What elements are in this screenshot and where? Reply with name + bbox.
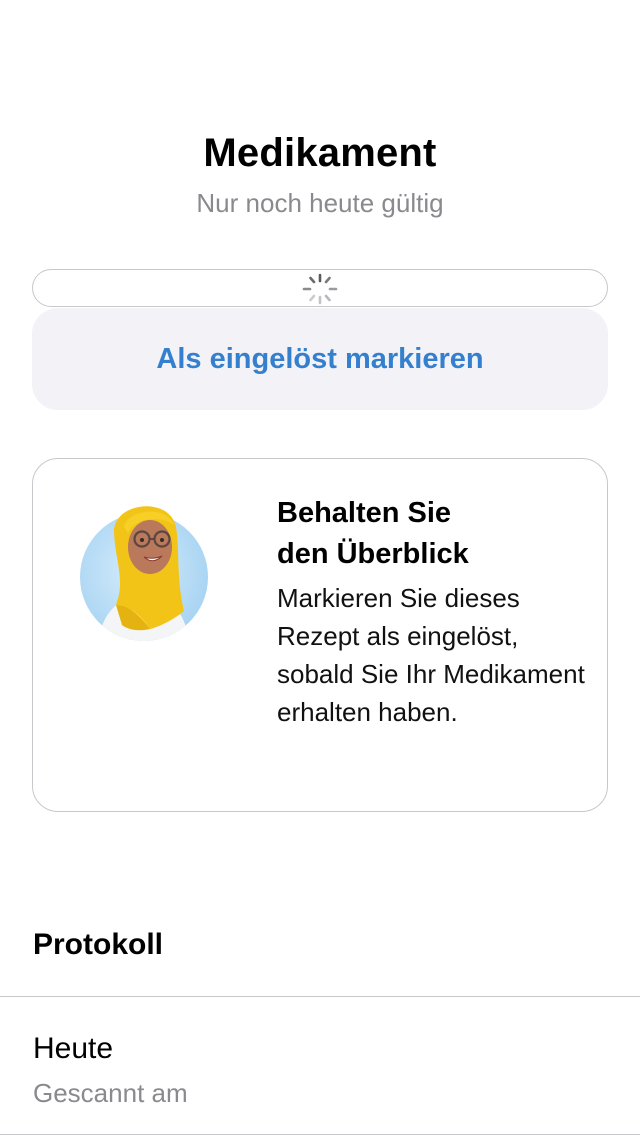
validity-subtitle: Nur noch heute gültig [196, 188, 444, 218]
info-card-body: Markieren Sie dieses Rezept als eingelös… [277, 583, 585, 727]
prescription-detail-screen: Medikament Nur noch heute gültig Als ein… [0, 0, 640, 1136]
info-card-text: Behalten Sie den Überblick Markieren Sie… [277, 493, 587, 731]
header: Medikament Nur noch heute gültig [0, 128, 640, 220]
protocol-entry: Heute Gescannt am [33, 1030, 188, 1109]
protocol-entry-divider [0, 1134, 640, 1135]
protocol-section-title: Protokoll [33, 928, 164, 961]
overview-info-card: Behalten Sie den Überblick Markieren Sie… [32, 458, 608, 812]
info-card-title: Behalten Sie den Überblick [277, 493, 587, 575]
loading-spinner-icon [302, 273, 338, 305]
protocol-entry-description: Gescannt am [33, 1078, 188, 1108]
info-card-title-line1: Behalten Sie [277, 497, 452, 529]
mark-as-redeemed-button[interactable]: Als eingelöst markieren [32, 308, 608, 410]
protocol-entry-day: Heute [33, 1032, 114, 1065]
protocol-divider [0, 996, 640, 997]
avatar-icon [80, 506, 208, 641]
info-card-title-line2: den Überblick [277, 538, 469, 570]
page-title: Medikament [203, 131, 437, 175]
